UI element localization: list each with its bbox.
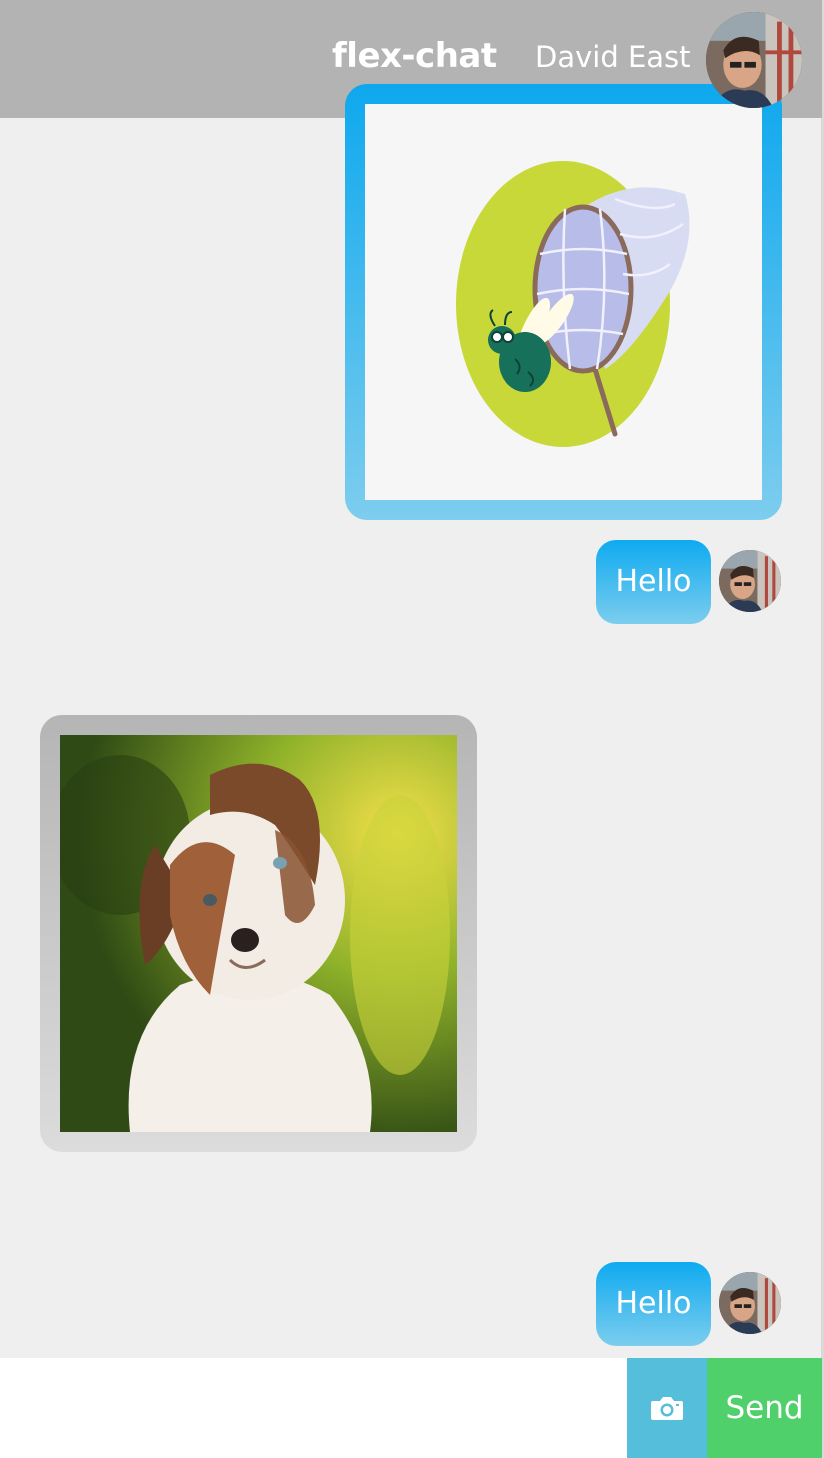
camera-button[interactable]: [627, 1358, 707, 1458]
message-image: [365, 104, 762, 500]
camera-icon: [651, 1397, 683, 1420]
message-image-bubble[interactable]: [345, 84, 782, 520]
sender-avatar-photo: [719, 550, 781, 612]
user-name: David East: [535, 40, 691, 74]
message-input[interactable]: [0, 1358, 627, 1458]
sender-avatar-photo: [719, 1272, 781, 1334]
sender-avatar[interactable]: [719, 1272, 781, 1334]
puppy-photo: [60, 735, 457, 1132]
sender-avatar[interactable]: [719, 550, 781, 612]
send-button[interactable]: Send: [707, 1358, 822, 1458]
app-brand: flex-chat: [332, 36, 497, 76]
message-text-bubble[interactable]: Hello: [596, 1262, 711, 1346]
message-image-bubble[interactable]: [40, 715, 477, 1152]
message-image: [60, 735, 457, 1132]
user-avatar[interactable]: [706, 12, 802, 108]
message-composer: Send: [0, 1358, 822, 1458]
beetle-net-illustration: [365, 104, 762, 500]
message-text-bubble[interactable]: Hello: [596, 540, 711, 624]
user-avatar-photo: [706, 12, 802, 108]
